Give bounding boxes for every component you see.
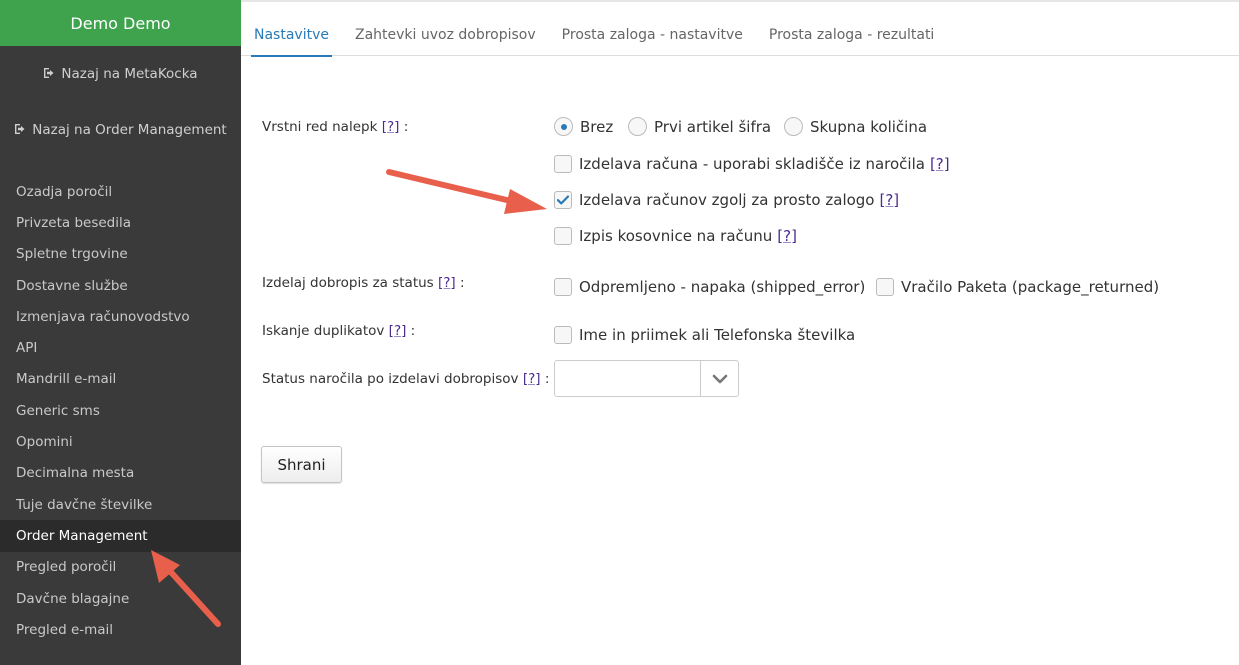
sidebar-item-pregled-porocil[interactable]: Pregled poročil	[0, 552, 241, 583]
sidebar-item-decimalna-mesta[interactable]: Decimalna mesta	[0, 458, 241, 489]
help-link[interactable]: [?]	[382, 119, 400, 135]
back-to-order-management-label: Nazaj na Order Management	[32, 122, 227, 138]
brand-title: Demo Demo	[0, 0, 241, 46]
radio-button-selected[interactable]	[554, 117, 573, 136]
sidebar-item-api[interactable]: API	[0, 332, 241, 363]
radio-prvi-artikel-sifra[interactable]: Prvi artikel šifra	[628, 117, 771, 136]
back-to-metakocka-link[interactable]: Nazaj na MetaKocka	[0, 66, 241, 82]
help-link[interactable]: [?]	[438, 275, 456, 291]
checkbox[interactable]	[554, 227, 572, 245]
sidebar-item-spletne-trgovine[interactable]: Spletne trgovine	[0, 239, 241, 270]
help-link[interactable]: [?]	[389, 323, 407, 339]
checkbox[interactable]	[554, 326, 572, 344]
sidebar-item-izmenjava-racunovodstvo[interactable]: Izmenjava računovodstvo	[0, 301, 241, 332]
arrow-to-checkbox-annotation	[386, 169, 547, 214]
credit-note-status-label: Izdelaj dobropis za status [?] :	[262, 275, 465, 291]
help-link[interactable]: [?]	[523, 371, 541, 387]
sidebar-item-privzeta-besedila[interactable]: Privzeta besedila	[0, 207, 241, 238]
top-border	[241, 0, 1239, 2]
help-link[interactable]: [?]	[777, 227, 797, 245]
duplicates-label: Iskanje duplikatov [?] :	[262, 323, 416, 339]
save-button[interactable]: Shrani	[261, 446, 342, 483]
sidebar-item-dostavne-sluzbe[interactable]: Dostavne službe	[0, 270, 241, 301]
order-status-label: Status naročila po izdelavi dobropisov […	[262, 371, 550, 387]
back-to-order-management-link[interactable]: Nazaj na Order Management	[0, 122, 241, 138]
checkbox-izpis-kosovnice[interactable]: Izpis kosovnice na računu [?]	[554, 227, 797, 245]
checkbox-ime-priimek-telefon[interactable]: Ime in priimek ali Telefonska številka	[554, 326, 855, 344]
sign-out-icon	[44, 68, 54, 78]
radio-brez[interactable]: Brez	[554, 117, 613, 136]
sidebar-item-pregled-email[interactable]: Pregled e-mail	[0, 614, 241, 645]
sidebar-item-opomini[interactable]: Opomini	[0, 426, 241, 457]
checkmark-icon	[557, 195, 569, 205]
checkbox-checked[interactable]	[554, 191, 572, 209]
sidebar: Demo Demo Nazaj na MetaKocka Nazaj na Or…	[0, 0, 241, 665]
radio-skupna-kolicina[interactable]: Skupna količina	[784, 117, 927, 136]
back-to-metakocka-label: Nazaj na MetaKocka	[61, 66, 198, 82]
checkbox[interactable]	[554, 278, 572, 296]
checkbox-racun-prosta-zaloga[interactable]: Izdelava računov zgolj za prosto zalogo …	[554, 191, 899, 209]
tab-zahtevki-uvoz-dobropisov[interactable]: Zahtevki uvoz dobropisov	[342, 14, 549, 56]
checkbox[interactable]	[876, 278, 894, 296]
radio-button[interactable]	[784, 117, 803, 136]
sticker-order-label: Vrstni red nalepk [?] :	[262, 119, 409, 135]
sidebar-item-davcne-blagajne[interactable]: Davčne blagajne	[0, 583, 241, 614]
help-link[interactable]: [?]	[930, 155, 950, 173]
checkbox-shipped-error[interactable]: Odpremljeno - napaka (shipped_error)	[554, 278, 865, 296]
sidebar-menu: Ozadja poročil Privzeta besedila Spletne…	[0, 176, 241, 645]
chevron-down-icon	[712, 374, 727, 383]
sidebar-item-tuje-davcne-stevilke[interactable]: Tuje davčne številke	[0, 489, 241, 520]
sidebar-item-generic-sms[interactable]: Generic sms	[0, 395, 241, 426]
tab-nastavitve[interactable]: Nastavitve	[241, 14, 342, 57]
sidebar-item-ozadja-porocil[interactable]: Ozadja poročil	[0, 176, 241, 207]
checkbox[interactable]	[554, 155, 572, 173]
select-toggle[interactable]	[700, 361, 738, 396]
checkbox-package-returned[interactable]: Vračilo Paketa (package_returned)	[876, 278, 1159, 296]
sign-out-icon	[15, 124, 25, 134]
tab-prosta-zaloga-rezultati[interactable]: Prosta zaloga - rezultati	[756, 14, 947, 56]
order-status-select[interactable]	[554, 360, 739, 397]
sidebar-item-mandrill-email[interactable]: Mandrill e-mail	[0, 364, 241, 395]
tab-prosta-zaloga-nastavitve[interactable]: Prosta zaloga - nastavitve	[549, 14, 756, 56]
tab-bar: Nastavitve Zahtevki uvoz dobropisov Pros…	[241, 14, 1239, 57]
radio-button[interactable]	[628, 117, 647, 136]
help-link[interactable]: [?]	[879, 191, 899, 209]
sidebar-item-order-management[interactable]: Order Management	[0, 520, 241, 552]
checkbox-racun-skladisce[interactable]: Izdelava računa - uporabi skladišče iz n…	[554, 155, 950, 173]
